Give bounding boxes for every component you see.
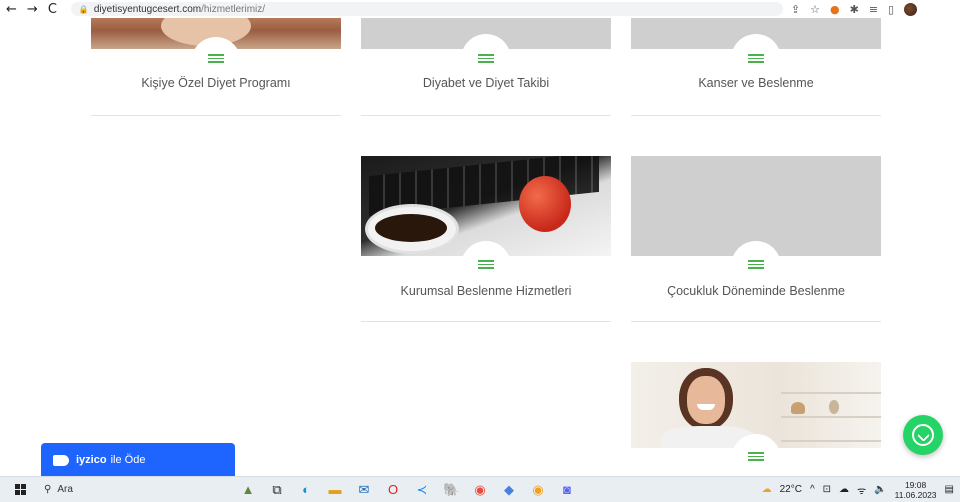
system-tray: ☁ 22°C ^ ⊡ ☁ ᯤ 🔈 19:08 11.06.2023 ▤ — [762, 480, 954, 500]
windows-start-icon[interactable] — [15, 484, 26, 495]
service-title[interactable]: Çocukluk Döneminde Beslenme — [631, 284, 881, 298]
forward-icon[interactable]: → — [27, 2, 38, 17]
service-title[interactable]: Kanser ve Beslenme — [631, 76, 881, 90]
service-card[interactable]: Kişiye Özel Diyet Programı — [91, 18, 341, 116]
puzzle-icon[interactable]: ✱ — [850, 3, 859, 16]
chrome-icon[interactable]: ◉ — [472, 482, 488, 498]
browser-toolbar: ← → C 🔒 diyetisyentugcesert.com/hizmetle… — [0, 0, 960, 18]
network-icon[interactable]: ⊡ — [823, 484, 831, 495]
service-card[interactable]: Kanser ve Beslenme — [631, 18, 881, 116]
notification-icon[interactable]: ▤ — [945, 484, 954, 495]
file-explorer-icon[interactable]: ▬ — [327, 482, 343, 497]
service-card[interactable]: Diyabet ve Diyet Takibi — [361, 18, 611, 116]
clock-date: 11.06.2023 — [894, 489, 937, 500]
back-icon[interactable]: ← — [6, 2, 17, 17]
edge-icon[interactable]: ◐ — [298, 482, 314, 497]
url-path: /hizmetlerimiz/ — [201, 3, 266, 15]
search-icon: ⚲ — [44, 484, 52, 495]
task-view-icon[interactable]: ⧉ — [269, 482, 285, 498]
iyzico-label: ile Öde — [110, 454, 146, 466]
extension-icons: ⇪ ☆ ● ✱ ≡ ▯ — [791, 2, 918, 16]
chrome-canary-icon[interactable]: ◉ — [530, 482, 546, 498]
list-icon — [748, 452, 764, 464]
clock-time: 19:08 — [904, 479, 927, 490]
bookmark-star-icon[interactable]: ☆ — [810, 3, 820, 16]
taskbar-search[interactable]: ⚲ Ara — [44, 484, 204, 495]
iyzico-logo-icon — [53, 454, 69, 466]
share-icon[interactable]: ⇪ — [791, 3, 800, 16]
wifi-icon[interactable]: ᯤ — [857, 483, 866, 497]
address-bar[interactable]: 🔒 diyetisyentugcesert.com/hizmetlerimiz/ — [70, 2, 783, 16]
app-icon[interactable]: ◆ — [501, 482, 517, 498]
opera-icon[interactable]: O — [385, 482, 401, 497]
service-title[interactable]: Kurumsal Beslenme Hizmetleri — [361, 284, 611, 298]
extension-icon[interactable]: ● — [830, 3, 840, 16]
postgres-icon[interactable]: 🐘 — [443, 482, 459, 498]
service-card[interactable]: Kurumsal Beslenme Hizmetleri — [361, 156, 611, 322]
vscode-icon[interactable]: ≺ — [414, 482, 430, 498]
weather-icon: ☁ — [761, 484, 772, 495]
service-title[interactable]: Kişiye Özel Diyet Programı — [91, 76, 341, 90]
windows-taskbar: ⚲ Ara ▲ ⧉ ◐ ▬ ✉ O ≺ 🐘 ◉ ◆ ◉ ◙ ☁ 22°C ^ ⊡… — [0, 476, 960, 502]
list-icon — [208, 54, 224, 66]
taskbar-apps: ▲ ⧉ ◐ ▬ ✉ O ≺ 🐘 ◉ ◆ ◉ ◙ — [240, 482, 575, 498]
reload-icon[interactable]: C — [48, 2, 57, 17]
list-icon — [478, 260, 494, 272]
nav-buttons: ← → C — [6, 2, 57, 17]
service-title[interactable]: Diyabet ve Diyet Takibi — [361, 76, 611, 90]
whatsapp-icon — [912, 424, 934, 446]
lock-icon: 🔒 — [78, 4, 89, 14]
url-domain: diyetisyentugcesert.com — [93, 3, 202, 15]
weather-temp[interactable]: 22°C — [780, 484, 802, 495]
whatsapp-button[interactable] — [903, 415, 943, 455]
discord-icon[interactable]: ◙ — [559, 482, 575, 497]
list-icon — [748, 54, 764, 66]
sidepanel-icon[interactable]: ▯ — [888, 3, 894, 16]
iyzico-pay-button[interactable]: iyzico ile Öde — [41, 443, 235, 477]
clock[interactable]: 19:08 11.06.2023 — [895, 480, 937, 500]
speaker-icon[interactable]: 🔈 — [874, 484, 886, 495]
widgets-icon[interactable]: ▲ — [240, 482, 256, 497]
list-icon — [748, 260, 764, 272]
mail-icon[interactable]: ✉ — [356, 482, 372, 498]
cloud-icon[interactable]: ☁ — [839, 484, 849, 495]
profile-avatar[interactable] — [904, 2, 918, 16]
chevron-up-icon[interactable]: ^ — [810, 484, 815, 495]
search-placeholder: Ara — [57, 484, 73, 495]
service-card[interactable]: Çocukluk Döneminde Beslenme — [631, 156, 881, 322]
iyzico-brand: iyzico — [76, 454, 107, 466]
tab-search-icon[interactable]: ≡ — [869, 3, 878, 16]
service-card[interactable] — [631, 362, 881, 484]
list-icon — [478, 54, 494, 66]
